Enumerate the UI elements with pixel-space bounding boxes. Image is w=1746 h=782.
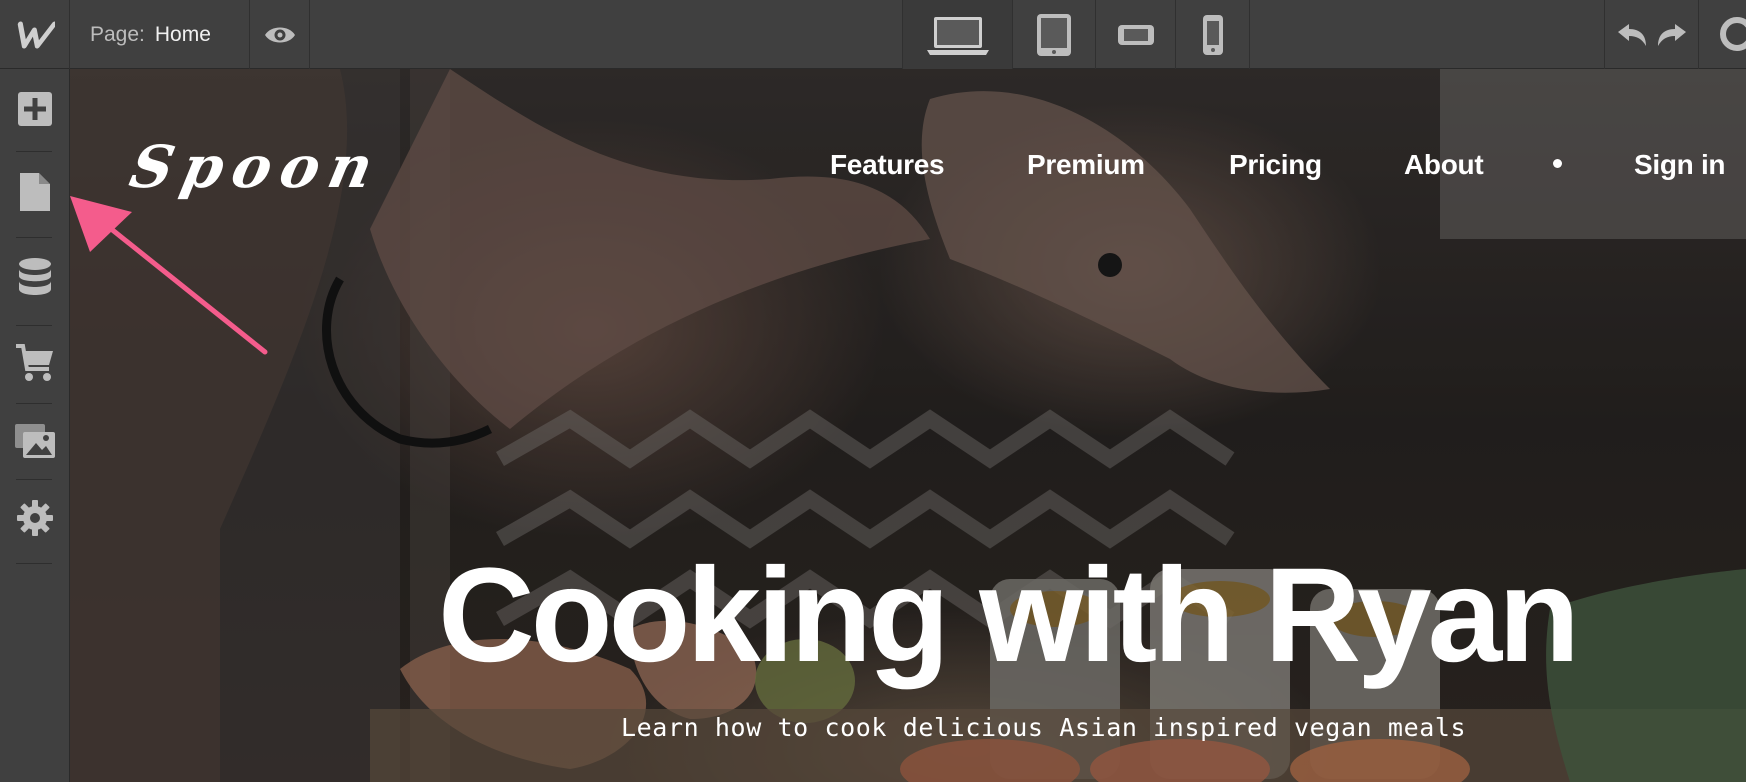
laptop-icon (926, 16, 989, 55)
nav-features[interactable]: Features (830, 143, 945, 187)
settings-edge-icon[interactable] (1699, 0, 1746, 69)
hero-subtitle[interactable]: Learn how to cook delicious Asian inspir… (621, 713, 1466, 742)
undo-icon[interactable] (1616, 22, 1648, 48)
breakpoint-mobile-landscape-button[interactable] (1095, 0, 1175, 69)
tablet-icon (1037, 13, 1071, 56)
phone-landscape-icon (1117, 24, 1154, 45)
design-canvas[interactable]: Spoon Features Premium Pricing About Sig… (70, 69, 1746, 782)
nav-separator-dot (1553, 159, 1562, 168)
history-controls (1604, 0, 1699, 69)
plus-icon (18, 92, 52, 126)
nav-premium[interactable]: Premium (1027, 143, 1145, 187)
page-selector[interactable]: Page: Home (70, 0, 250, 69)
eye-icon (264, 27, 295, 42)
page-icon (20, 173, 50, 211)
gear-icon (17, 500, 53, 536)
phone-portrait-icon (1202, 14, 1223, 55)
breakpoint-tablet-button[interactable] (1012, 0, 1095, 69)
current-page-name: Home (154, 22, 211, 46)
breakpoint-desktop-button[interactable] (902, 0, 1012, 69)
breakpoint-mobile-portrait-button[interactable] (1175, 0, 1250, 69)
nav-sign-in[interactable]: Sign in (1634, 143, 1726, 187)
designer-left-sidebar (0, 69, 70, 782)
annotation-arrow-icon (70, 196, 268, 355)
assets-panel-button[interactable] (0, 411, 70, 471)
settings-panel-button[interactable] (0, 488, 70, 548)
cart-icon (16, 344, 53, 381)
webflow-logo-icon[interactable] (0, 0, 70, 69)
page-selector-label: Page: (90, 22, 145, 46)
designer-toolbar: Page: Home (0, 0, 1746, 69)
database-icon (19, 258, 51, 295)
hero-title[interactable]: Cooking with Ryan (438, 549, 1580, 683)
images-icon (15, 424, 55, 458)
nav-about[interactable]: About (1404, 143, 1484, 187)
redo-icon[interactable] (1656, 22, 1688, 48)
breakpoint-switcher (902, 0, 1250, 69)
site-navigation: Features Premium Pricing About Sign in (70, 143, 1746, 187)
add-panel-button[interactable] (0, 79, 70, 139)
nav-pricing[interactable]: Pricing (1229, 143, 1322, 187)
preview-button[interactable] (250, 0, 310, 69)
